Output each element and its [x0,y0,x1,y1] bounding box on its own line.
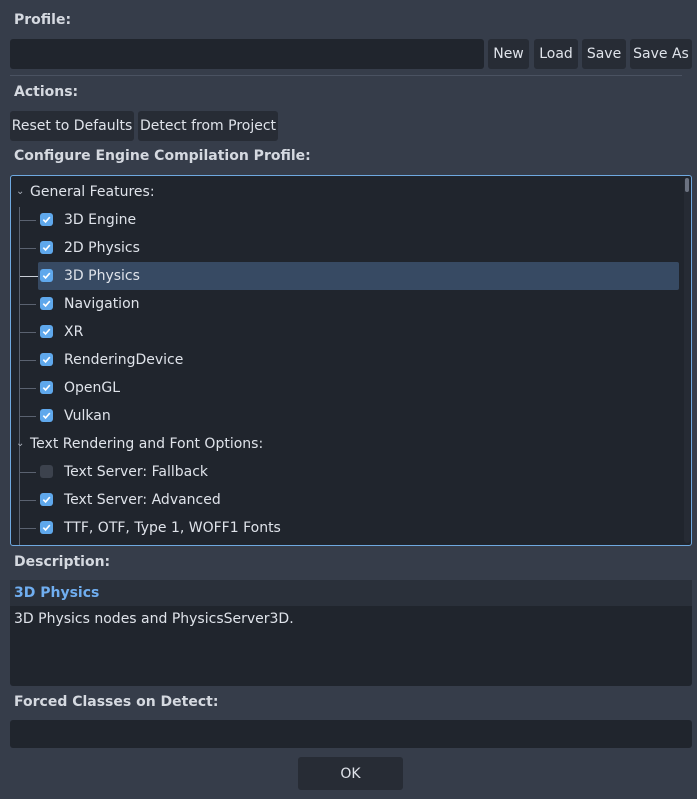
separator [10,75,682,76]
tree-item-xr[interactable]: XR [11,318,679,346]
save-as-button[interactable]: Save As [630,39,692,69]
chevron-down-icon[interactable]: ⌄ [16,437,26,451]
tree-item-navigation[interactable]: Navigation [11,290,679,318]
actions-label: Actions: [14,84,79,100]
configure-label: Configure Engine Compilation Profile: [14,148,311,164]
checkbox-checked-icon[interactable] [40,409,53,422]
tree-item-label: OpenGL [64,380,121,396]
tree-item-renderingdevice[interactable]: RenderingDevice [11,346,679,374]
checkbox-checked-icon[interactable] [40,353,53,366]
tree-item-label: XR [64,324,84,340]
load-button[interactable]: Load [534,39,578,69]
tree-item-label: TTF, OTF, Type 1, WOFF1 Fonts [64,520,281,536]
checkbox-checked-icon[interactable] [40,297,53,310]
checkbox-unchecked-icon[interactable] [40,465,53,478]
reset-to-defaults-button[interactable]: Reset to Defaults [10,111,134,141]
save-button[interactable]: Save [582,39,626,69]
tree-item-label: Navigation [64,296,140,312]
tree-group-general[interactable]: ⌄ General Features: [11,178,679,206]
new-button[interactable]: New [488,39,529,69]
checkbox-checked-icon[interactable] [40,493,53,506]
tree-item-label: Text Server: Fallback [64,464,208,480]
forced-classes-label: Forced Classes on Detect: [14,694,219,710]
description-text: 3D Physics nodes and PhysicsServer3D. [14,611,294,627]
tree-item-text-server-advanced[interactable]: Text Server: Advanced [11,486,679,514]
description-panel: 3D Physics 3D Physics nodes and PhysicsS… [10,580,692,686]
tree-scrollbar-thumb[interactable] [685,178,689,192]
forced-classes-field[interactable] [10,720,692,748]
tree-item-text-server-fallback[interactable]: Text Server: Fallback [11,458,679,486]
tree-item-opengl[interactable]: OpenGL [11,374,679,402]
profile-label: Profile: [14,12,72,28]
tree-item-3d-physics[interactable]: 3D Physics [11,262,679,290]
checkbox-checked-icon[interactable] [40,213,53,226]
checkbox-checked-icon[interactable] [40,521,53,534]
tree-item-label: Vulkan [64,408,111,424]
tree-item-label: 3D Engine [64,212,137,228]
checkbox-checked-icon[interactable] [40,381,53,394]
checkbox-checked-icon[interactable] [40,241,53,254]
tree-item-label: 2D Physics [64,240,140,256]
tree-item-label: Text Server: Advanced [64,492,221,508]
detect-from-project-button[interactable]: Detect from Project [138,111,278,141]
chevron-down-icon[interactable]: ⌄ [16,185,26,199]
tree-scrollbar-track[interactable] [684,178,690,543]
checkbox-checked-icon[interactable] [40,325,53,338]
tree-group-label: General Features: [30,184,155,200]
description-title: 3D Physics [14,585,100,601]
feature-tree[interactable]: ⌄ General Features: 3D Engine 2D Physics… [10,175,692,546]
description-label: Description: [14,554,111,570]
checkbox-checked-icon[interactable] [40,269,53,282]
tree-group-text-rendering[interactable]: ⌄ Text Rendering and Font Options: [11,430,679,458]
tree-item-label: RenderingDevice [64,352,184,368]
profile-path-field[interactable] [10,39,484,69]
tree-item-vulkan[interactable]: Vulkan [11,402,679,430]
tree-item-3d-engine[interactable]: 3D Engine [11,206,679,234]
tree-item-2d-physics[interactable]: 2D Physics [11,234,679,262]
tree-item-fonts[interactable]: TTF, OTF, Type 1, WOFF1 Fonts [11,514,679,542]
ok-button[interactable]: OK [298,757,403,790]
tree-item-label: 3D Physics [64,268,140,284]
tree-group-label: Text Rendering and Font Options: [30,436,264,452]
